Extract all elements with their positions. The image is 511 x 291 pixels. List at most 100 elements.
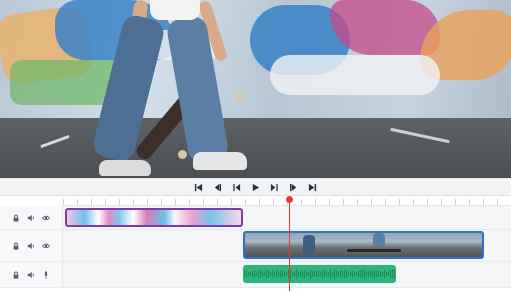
skip-to-end-icon	[308, 183, 317, 191]
overlay-track	[0, 206, 511, 230]
ruler-tick	[315, 199, 316, 205]
rewind-button[interactable]	[232, 182, 242, 192]
waveform-bar	[326, 271, 328, 277]
lock-toggle[interactable]	[12, 271, 20, 279]
waveform-bar	[350, 271, 352, 277]
ruler-tick	[161, 199, 162, 205]
waveform-bar	[256, 272, 258, 276]
waveform-bar	[310, 269, 312, 279]
ruler-tick	[301, 199, 302, 205]
track-lane[interactable]	[63, 206, 511, 229]
visibility-icon	[42, 215, 50, 220]
waveform-bar	[292, 272, 294, 276]
ruler-tick	[413, 199, 414, 205]
previous-frame-icon	[214, 183, 222, 191]
mute-toggle[interactable]	[27, 214, 35, 222]
waveform-bar	[376, 270, 378, 278]
skater-figure	[90, 0, 265, 178]
waveform-bar	[340, 270, 342, 278]
ruler-tick	[441, 199, 442, 205]
waveform-bar	[320, 271, 322, 277]
play-button[interactable]	[251, 182, 261, 192]
ruler-tick	[147, 199, 148, 205]
waveform-bar	[280, 270, 282, 278]
ruler-tick	[203, 199, 204, 205]
video-preview[interactable]	[0, 0, 511, 178]
ruler-tick	[483, 199, 484, 205]
ruler-tick	[399, 199, 400, 205]
waveform-bar	[358, 271, 360, 277]
waveform-bar	[266, 269, 268, 279]
play-icon	[252, 183, 260, 191]
microphone-icon	[44, 270, 48, 279]
previous-frame-button[interactable]	[213, 182, 223, 192]
waveform-bar	[254, 270, 256, 278]
waveform-bar	[364, 269, 366, 279]
waveform-bar	[274, 271, 276, 277]
waveform-bar	[258, 269, 260, 279]
waveform-bar	[282, 270, 284, 278]
next-frame-icon	[289, 183, 297, 191]
record-toggle[interactable]	[42, 270, 50, 279]
waveform-bar	[330, 269, 332, 279]
skater-shoe	[99, 160, 151, 176]
waveform-bar	[324, 271, 326, 277]
waveform-bar	[394, 269, 396, 279]
ruler-tick	[371, 199, 372, 205]
ruler-tick	[259, 199, 260, 205]
skip-to-end-button[interactable]	[308, 182, 318, 192]
waveform-bar	[370, 270, 372, 278]
waveform-bar	[314, 271, 316, 277]
playhead-handle[interactable]	[286, 196, 293, 203]
waveform-bar	[244, 270, 246, 278]
waveform-bar	[250, 271, 252, 277]
skip-to-start-button[interactable]	[194, 182, 204, 192]
playhead-line[interactable]	[289, 200, 290, 291]
clip-thumbnail-figure	[303, 235, 315, 255]
skateboard-video-clip[interactable]	[243, 231, 484, 259]
visibility-toggle[interactable]	[42, 214, 50, 222]
waveform-bar	[272, 270, 274, 278]
mute-toggle[interactable]	[27, 271, 35, 279]
waveform-bar	[308, 271, 310, 277]
waveform-bar	[268, 270, 270, 278]
waveform-bar	[302, 270, 304, 278]
waveform-bar	[344, 269, 346, 279]
visibility-icon	[42, 243, 50, 248]
waveform-bar	[296, 269, 298, 279]
waveform-bar	[366, 271, 368, 277]
waveform-bar	[386, 272, 388, 276]
waveform-bar	[336, 270, 338, 278]
ruler-tick	[455, 199, 456, 205]
mute-toggle[interactable]	[27, 242, 35, 250]
ruler-tick	[119, 199, 120, 205]
ruler-tick	[63, 199, 64, 205]
ruler-tick	[105, 199, 106, 205]
ruler-tick	[273, 199, 274, 205]
waveform-bar	[354, 272, 356, 276]
ruler-tick	[91, 199, 92, 205]
graffiti-shape	[270, 55, 440, 95]
lock-icon	[13, 242, 19, 250]
ruler-tick	[245, 199, 246, 205]
graffiti-clip[interactable]	[65, 208, 243, 227]
lock-toggle[interactable]	[12, 214, 20, 222]
next-frame-button[interactable]	[289, 182, 299, 192]
waveform-bar	[286, 272, 288, 276]
waveform-bar	[264, 271, 266, 277]
lock-icon	[13, 214, 19, 222]
ruler-tick	[497, 199, 498, 205]
fast-forward-icon	[270, 183, 278, 191]
waveform-bar	[392, 269, 394, 279]
audio-waveform	[244, 269, 396, 279]
fast-forward-button[interactable]	[270, 182, 280, 192]
visibility-toggle[interactable]	[42, 242, 50, 250]
skater-shirt	[150, 0, 200, 20]
waveform-bar	[312, 270, 314, 278]
lock-toggle[interactable]	[12, 242, 20, 250]
skip-to-start-icon	[194, 183, 203, 191]
track-lane[interactable]	[63, 262, 511, 287]
waveform-bar	[278, 271, 280, 277]
audio-clip[interactable]	[243, 265, 396, 283]
track-lane[interactable]	[63, 230, 511, 261]
